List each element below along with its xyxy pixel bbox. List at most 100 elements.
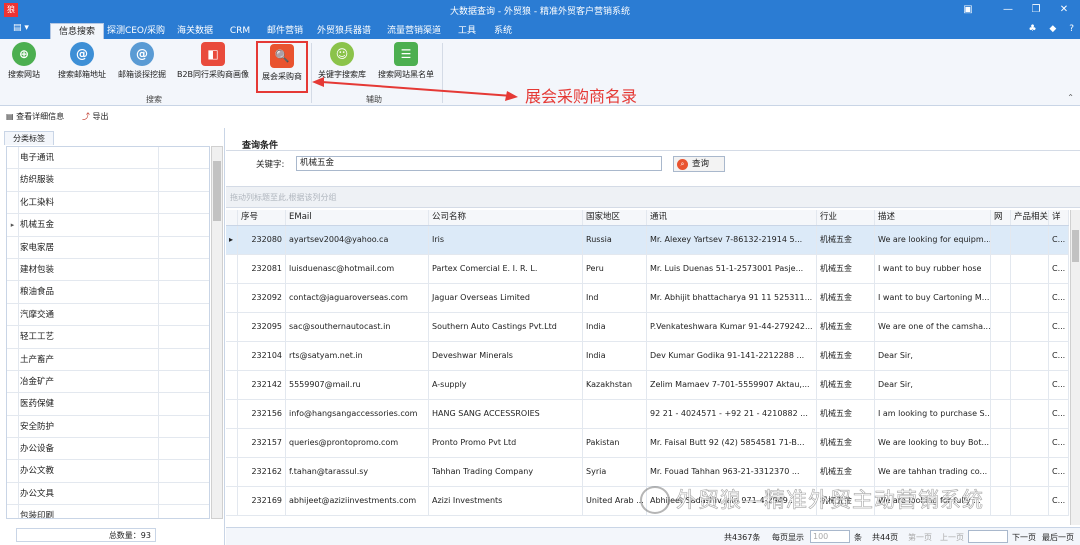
keyword-input[interactable]: 机械五金 [296, 156, 662, 171]
category-label: 安全防护 [19, 415, 159, 438]
category-item[interactable]: 包装印刷 [7, 505, 209, 518]
divider [226, 150, 1080, 151]
prev-page-link[interactable]: 上一页 [940, 532, 964, 543]
col-contact-header[interactable]: 通讯 [647, 210, 817, 225]
app-menu-button[interactable]: ▤ ▾ [6, 23, 36, 37]
col-email: contact@jaguaroverseas.com [286, 284, 429, 312]
col-contact: Mr. Alexey Yartsev 7-86132-21914 5... [647, 226, 817, 254]
exhibition-buyers-button[interactable]: 🔍 展会采购商 [256, 41, 308, 93]
col-email: queries@prontopromo.com [286, 429, 429, 457]
sub-toolbar: ▤ 查看详细信息 ⤴ 导出 [0, 108, 225, 126]
category-item[interactable]: 家电家居 [7, 236, 209, 259]
per-page-select[interactable]: 100 [810, 530, 850, 543]
tab-traffic-channels[interactable]: 流量营销渠道 [382, 23, 446, 39]
table-row[interactable]: 232092 contact@jaguaroverseas.com Jaguar O… [226, 284, 1069, 313]
email-mining-button[interactable]: @ 邮箱谈探挖掘 [114, 41, 170, 91]
table-row[interactable]: 232104 rts@satyam.net.in Deveshwar Mineral… [226, 342, 1069, 371]
category-item[interactable]: 化工染料 [7, 191, 209, 215]
row-indicator [7, 393, 19, 415]
maximize-button[interactable]: ❐ [1028, 3, 1044, 17]
col-detail-header[interactable]: 详 [1049, 210, 1069, 225]
search-email-button[interactable]: @ 搜索邮箱地址 [54, 41, 110, 91]
annotation-label: 展会采购商名录 [525, 87, 638, 106]
col-email-header[interactable]: EMail [286, 210, 429, 225]
col-industry-header[interactable]: 行业 [817, 210, 875, 225]
tab-customs-data[interactable]: 海关数据 [172, 23, 218, 39]
row-indicator [7, 482, 19, 505]
col-industry: 机械五金 [817, 284, 875, 312]
category-list: 电子通讯 纺织服装 化工染料 ▸ 机械五金 家电家居 建材包装 粮油食品 汽摩交通 轻工工艺 土产畜… [6, 146, 210, 519]
category-item[interactable]: 办公文教 [7, 460, 209, 483]
exhibition-buyers-label: 展会采购商 [262, 72, 302, 81]
tab-email-marketing[interactable]: 邮件营销 [262, 23, 308, 39]
tab-tools[interactable]: 工具 [452, 23, 482, 39]
grid-scroll-thumb[interactable] [1072, 230, 1079, 262]
group-by-hint[interactable]: 拖动列标题至此,根据该列分组 [226, 186, 1080, 208]
category-item[interactable]: 汽摩交通 [7, 303, 209, 327]
col-description-header[interactable]: 描述 [875, 210, 991, 225]
category-item[interactable]: 粮油食品 [7, 281, 209, 304]
query-button[interactable]: ⌕ 查询 [673, 156, 725, 172]
category-item[interactable]: 办公文具 [7, 482, 209, 506]
grid-scrollbar[interactable] [1070, 210, 1080, 525]
user-icon[interactable]: ♣ [1028, 24, 1036, 34]
exhibition-search-icon: 🔍 [270, 44, 294, 68]
sidebar-scroll-thumb[interactable] [213, 161, 221, 221]
sidebar-scrollbar[interactable] [211, 146, 223, 519]
view-detail-button[interactable]: ▤ 查看详细信息 [6, 111, 64, 122]
category-item[interactable]: 医药保健 [7, 393, 209, 416]
col-id-header[interactable]: 序号 [238, 210, 286, 225]
next-page-link[interactable]: 下一页 [1012, 532, 1036, 543]
col-id: 232081 [238, 255, 286, 283]
tab-crm[interactable]: CRM [222, 23, 258, 39]
query-button-label: 查询 [692, 159, 710, 169]
category-item[interactable]: 建材包装 [7, 258, 209, 282]
col-country: Russia [583, 226, 647, 254]
settings-icon[interactable]: ◆ [1049, 24, 1056, 34]
search-website-label: 搜索网站 [8, 70, 40, 79]
category-item[interactable]: 电子通讯 [7, 147, 209, 170]
col-product [1011, 313, 1049, 341]
table-row[interactable]: 232081 luisduenasc@hotmail.com Partex Come… [226, 255, 1069, 284]
page-number-select[interactable] [968, 530, 1008, 543]
table-row[interactable]: ▸ 232080 ayartsev2004@yahoo.ca Iris Russia Mr… [226, 226, 1069, 255]
search-website-button[interactable]: ⊕ 搜索网站 [4, 41, 44, 91]
category-item[interactable]: 安全防护 [7, 415, 209, 439]
tab-ceo-purchase[interactable]: 探测CEO/采购 [104, 23, 168, 39]
close-button[interactable]: ✕ [1056, 3, 1072, 17]
table-row[interactable]: 232095 sac@southernautocast.in Southern Au… [226, 313, 1069, 342]
minimize-button[interactable]: — [1000, 3, 1016, 17]
col-company-header[interactable]: 公司名称 [429, 210, 583, 225]
category-label: 医药保健 [19, 393, 159, 415]
col-description: We are looking to buy Bot... [875, 429, 991, 457]
category-item[interactable]: ▸ 机械五金 [7, 214, 209, 237]
help-icon[interactable]: ? [1069, 24, 1074, 34]
tab-arsenal[interactable]: 外贸狼兵器谱 [312, 23, 376, 39]
tab-category-tags[interactable]: 分类标签 [4, 131, 54, 145]
col-email: abhijeet@aziziinvestments.com [286, 487, 429, 515]
first-page-link[interactable]: 第一页 [908, 532, 932, 543]
category-item[interactable]: 纺织服装 [7, 169, 209, 192]
ribbon-collapse-icon[interactable]: ⌃ [1067, 93, 1074, 102]
category-item[interactable]: 冶金矿产 [7, 370, 209, 394]
tab-info-search[interactable]: 信息搜索 [50, 23, 104, 39]
tab-system[interactable]: 系统 [488, 23, 518, 39]
category-item[interactable]: 办公设备 [7, 438, 209, 461]
watermark-text: 外贸狼—精准外贸主动营销系统 [676, 488, 984, 513]
b2b-profile-button[interactable]: ◧ B2B同行采购商画像 [174, 41, 252, 91]
category-label: 包装印刷 [19, 505, 159, 518]
col-id: 232156 [238, 400, 286, 428]
col-country-header[interactable]: 国家地区 [583, 210, 647, 225]
col-industry: 机械五金 [817, 371, 875, 399]
col-web-header[interactable]: 网 [991, 210, 1011, 225]
export-button[interactable]: ⤴ 导出 [82, 111, 109, 122]
col-product-header[interactable]: 产品相关 [1011, 210, 1049, 225]
table-row[interactable]: 232157 queries@prontopromo.com Pronto Prom… [226, 429, 1069, 458]
category-item[interactable]: 土产畜产 [7, 348, 209, 371]
table-row[interactable]: 232156 info@hangsangaccessories.com HANG S… [226, 400, 1069, 429]
category-item[interactable]: 轻工工艺 [7, 326, 209, 349]
pin-icon[interactable]: ▣ [960, 3, 976, 17]
table-row[interactable]: 232142 5559907@mail.ru A-supply Kazakhstan Z… [226, 371, 1069, 400]
category-label: 电子通讯 [19, 147, 159, 169]
last-page-link[interactable]: 最后一页 [1042, 532, 1074, 543]
